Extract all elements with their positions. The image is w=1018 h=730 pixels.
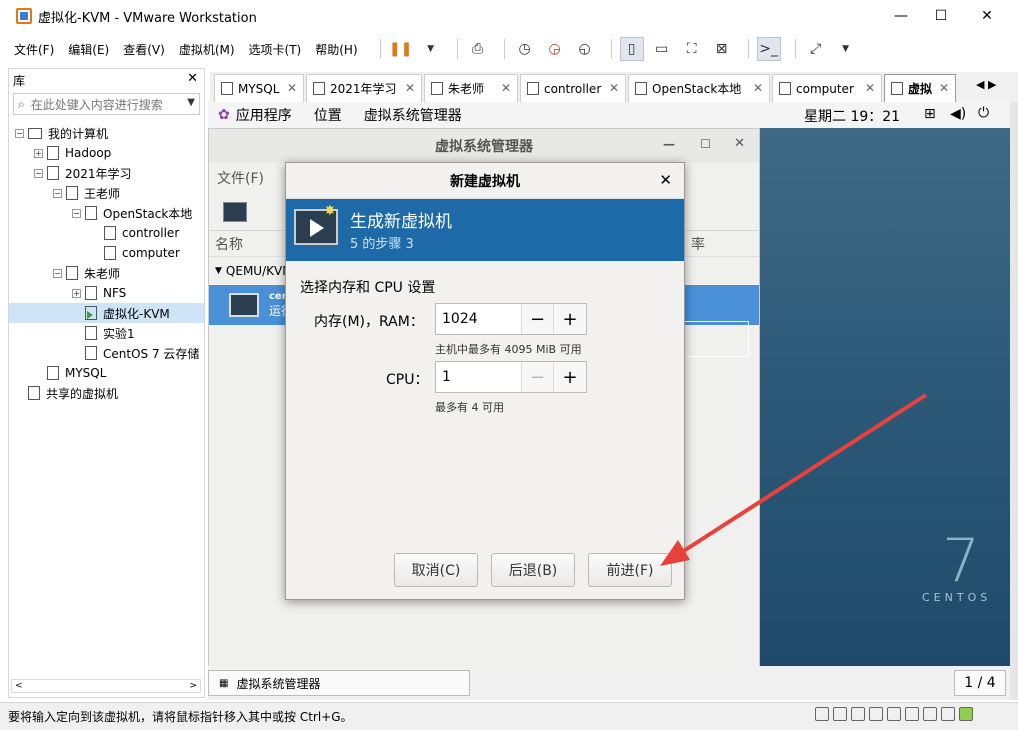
stretch-status-icon[interactable] — [959, 707, 973, 721]
network-adapter-icon[interactable] — [851, 707, 865, 721]
sound-icon[interactable] — [887, 707, 901, 721]
arrow-shaft — [680, 393, 928, 554]
status-message: 要将输入定向到该虚拟机，请将鼠标指针移入其中或按 Ctrl+G。 — [8, 710, 353, 724]
message-icon[interactable] — [941, 707, 955, 721]
workspace-indicator[interactable]: 1 / 4 — [954, 670, 1006, 696]
status-bar: 要将输入定向到该虚拟机，请将鼠标指针移入其中或按 Ctrl+G。 — [0, 702, 1018, 730]
gnome-bottom-bar: ▦ 虚拟系统管理器 1 / 4 — [208, 666, 1010, 700]
cdrom-icon[interactable] — [833, 707, 847, 721]
virt-manager-taskbar-icon: ▦ — [219, 677, 229, 689]
device-status-icons — [815, 707, 973, 721]
display-icon[interactable] — [923, 707, 937, 721]
taskbar-label: 虚拟系统管理器 — [236, 676, 321, 691]
taskbar-item-virt-manager[interactable]: ▦ 虚拟系统管理器 — [208, 670, 470, 696]
printer-icon[interactable] — [905, 707, 919, 721]
annotation-arrow — [660, 393, 928, 566]
hdd-icon[interactable] — [815, 707, 829, 721]
right-edge-strip — [1010, 102, 1018, 700]
usb-icon[interactable] — [869, 707, 883, 721]
arrow-head — [660, 540, 690, 566]
